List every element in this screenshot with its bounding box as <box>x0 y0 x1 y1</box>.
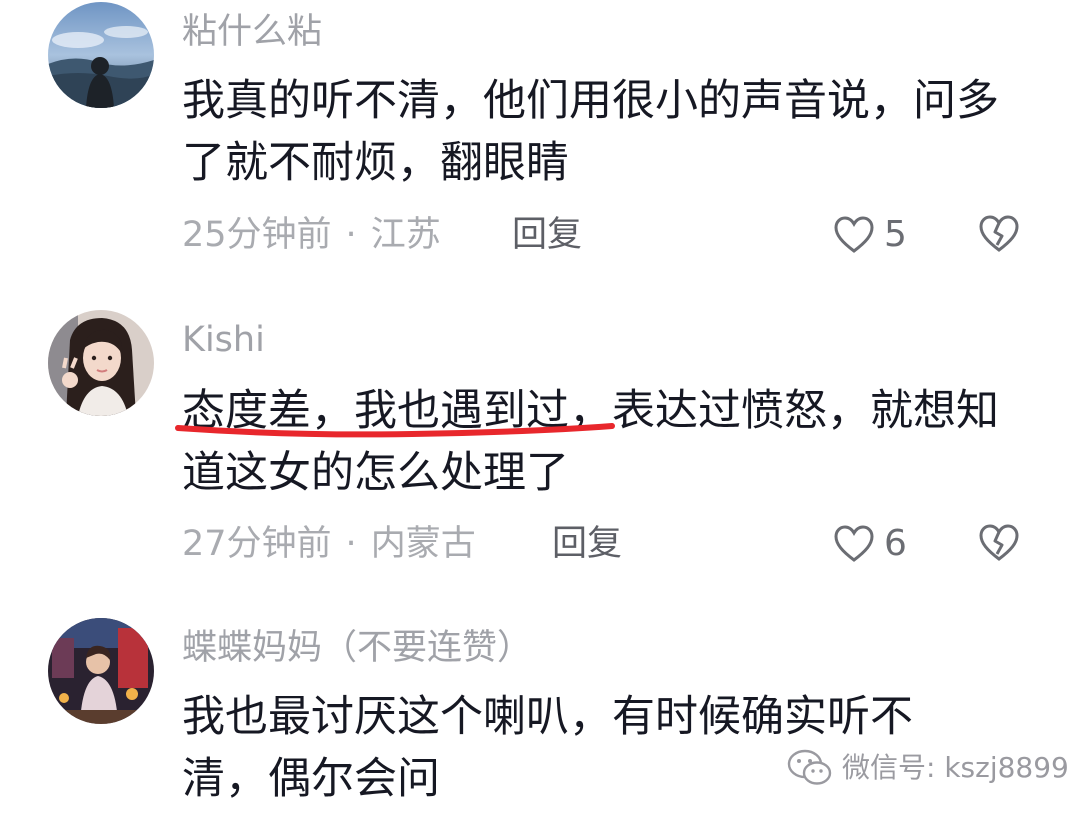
broken-heart-icon <box>979 215 1019 252</box>
meta-separator: · <box>345 524 357 564</box>
watermark: 微信号: kszj8899 <box>786 748 1069 788</box>
heart-icon <box>834 216 874 253</box>
reply-button[interactable]: 回复 <box>552 522 622 566</box>
location: 内蒙古 <box>370 524 476 564</box>
wechat-icon <box>787 749 832 785</box>
comment-meta: 27分钟前 · 内蒙古 <box>182 522 476 566</box>
username[interactable]: Kishi <box>182 318 265 362</box>
comment-text: 我真的听不清，他们用很小的声音说，问多了就不耐烦，翻眼睛 <box>182 76 999 188</box>
like-button[interactable]: 6 <box>834 522 907 566</box>
like-count: 6 <box>884 523 907 564</box>
username[interactable]: 粘什么粘 <box>182 10 322 54</box>
comment-item: 蝶蝶妈妈（不要连赞） 我也最讨厌这个喇叭，有时候确实听不清，偶尔会问 <box>0 610 1080 820</box>
username[interactable]: 蝶蝶妈妈（不要连赞） <box>182 626 532 670</box>
reply-button[interactable]: 回复 <box>512 213 582 257</box>
broken-heart-icon <box>979 524 1019 561</box>
meta-separator: · <box>345 215 357 255</box>
dislike-button[interactable] <box>978 524 1020 566</box>
comment-item: 粘什么粘 我真的听不清，他们用很小的声音说，问多了就不耐烦，翻眼睛 25分钟前 ·… <box>0 0 1080 290</box>
location: 江苏 <box>370 215 441 255</box>
dislike-button[interactable] <box>978 215 1020 257</box>
comment-item: Kishi 态度差，我也遇到过，表达过愤怒，就想知道这女的怎么处理了 27分钟前… <box>0 300 1080 600</box>
timestamp: 25分钟前 <box>182 215 332 255</box>
avatar[interactable] <box>48 618 154 724</box>
heart-icon <box>834 525 874 562</box>
avatar[interactable] <box>48 310 154 416</box>
timestamp: 27分钟前 <box>182 524 332 564</box>
comment-meta: 25分钟前 · 江苏 <box>182 213 441 257</box>
avatar-image <box>48 618 154 724</box>
avatar[interactable] <box>48 2 154 108</box>
comment-text: 态度差，我也遇到过，表达过愤怒，就想知道这女的怎么处理了 <box>182 386 999 498</box>
like-count: 5 <box>884 214 907 255</box>
like-button[interactable]: 5 <box>834 213 907 257</box>
watermark-text: 微信号: kszj8899 <box>842 751 1069 784</box>
avatar-image <box>48 310 154 416</box>
avatar-image <box>48 2 154 108</box>
